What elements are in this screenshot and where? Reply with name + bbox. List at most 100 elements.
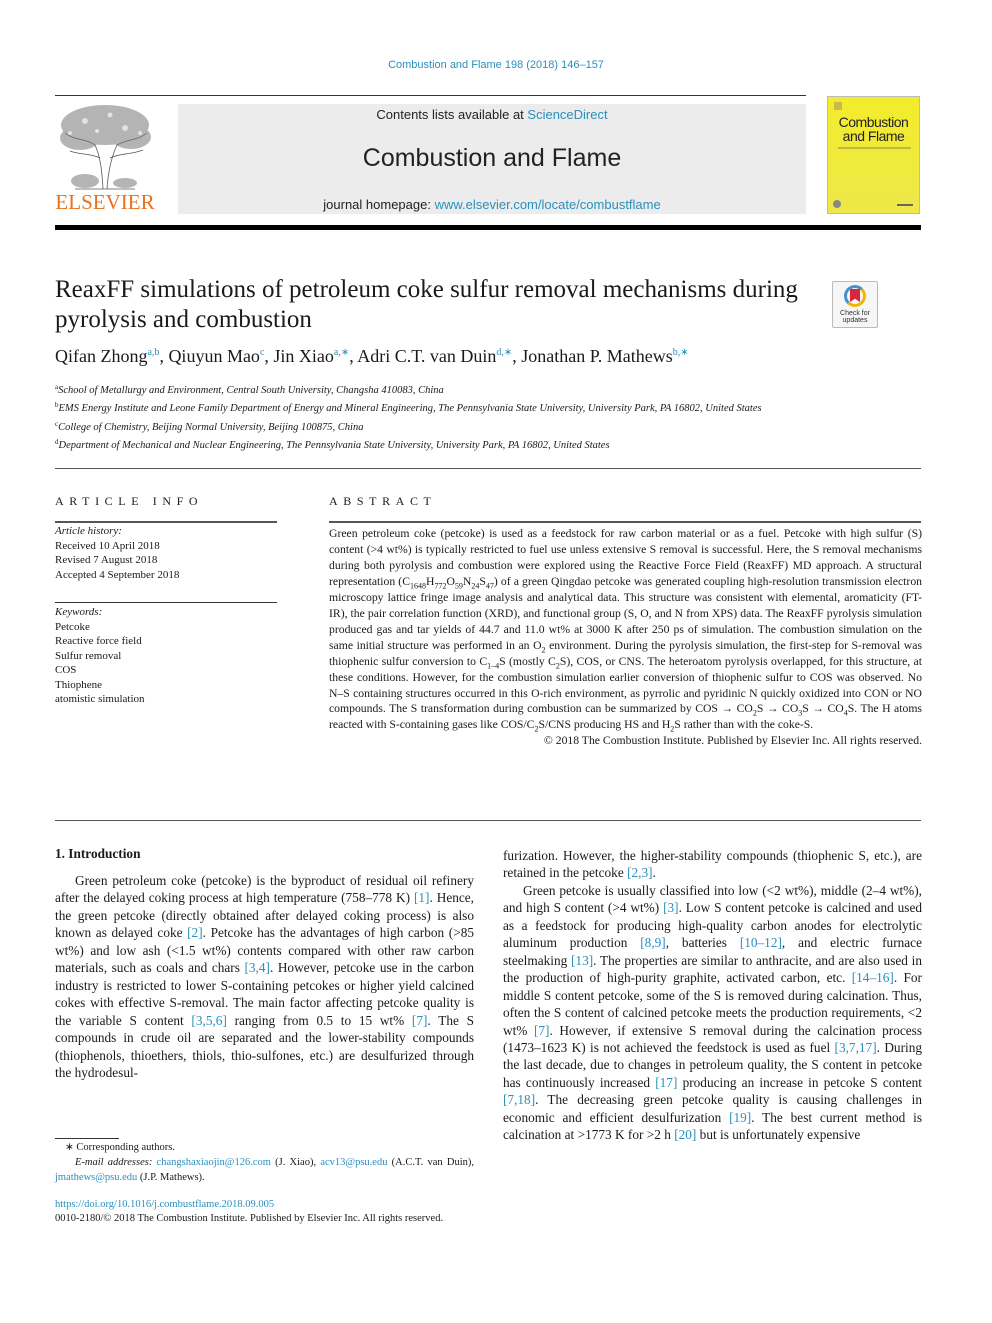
cover-institute-badge	[833, 200, 841, 208]
elsevier-logo[interactable]: ELSEVIER	[55, 103, 155, 215]
keyword: Reactive force field	[55, 635, 142, 647]
paragraph: Green petroleum coke (petcoke) is the by…	[55, 872, 474, 1081]
keyword: Petcoke	[55, 620, 90, 633]
history-revised: Revised 7 August 2018	[55, 554, 158, 566]
paragraph-text: producing an increase in petcoke S conte…	[677, 1074, 922, 1090]
homepage-prefix: journal homepage:	[323, 197, 435, 212]
history-accepted: Accepted 4 September 2018	[55, 568, 180, 581]
article-title: ReaxFF simulations of petroleum coke sul…	[55, 276, 798, 333]
paragraph-text: .	[652, 865, 656, 881]
keywords: Keywords: Petcoke Reactive force field S…	[55, 605, 277, 707]
citation-link[interactable]: [7]	[412, 1013, 428, 1028]
author-name: Qifan Zhong	[55, 346, 148, 366]
cover-publisher-mark	[897, 204, 913, 206]
email-owner: (J.P. Mathews).	[137, 1172, 205, 1183]
header-rule	[55, 95, 806, 96]
doi-link[interactable]: https://doi.org/10.1016/j.combustflame.2…	[55, 1199, 274, 1210]
email-link[interactable]: changshaxiaojin@126.com	[157, 1157, 271, 1168]
email-addresses: E-mail addresses: changshaxiaojin@126.co…	[55, 1155, 474, 1185]
contents-line: Contents lists available at ScienceDirec…	[178, 107, 806, 122]
citation-link[interactable]: [17]	[655, 1075, 677, 1090]
citation-link[interactable]: [2,3]	[627, 865, 652, 880]
citation-link[interactable]: [2]	[187, 925, 203, 940]
journal-banner: Contents lists available at ScienceDirec…	[178, 104, 806, 214]
article-info-heading: ARTICLE INFO	[55, 494, 204, 508]
cover-subtitle-line	[838, 147, 911, 149]
author-affiliation-marker[interactable]: b,∗	[673, 347, 689, 358]
cover-title-line2: and Flame	[842, 128, 905, 144]
abstract-copyright: © 2018 The Combustion Institute. Publish…	[543, 734, 922, 748]
article-info-rule	[55, 521, 277, 523]
author[interactable]: Adri C.T. van Duind,∗	[357, 346, 512, 366]
keywords-label: Keywords:	[55, 606, 103, 618]
citation-link[interactable]: [3,4]	[244, 960, 269, 975]
author-name: Jonathan P. Mathews	[521, 346, 673, 366]
cover-mini-logo	[834, 102, 842, 110]
author-name: Qiuyun Mao	[168, 346, 260, 366]
author-name: Adri C.T. van Duin	[357, 346, 497, 366]
elsevier-tree-icon	[60, 105, 151, 190]
abstract-rule	[329, 521, 921, 523]
paragraph-text: but is unfortunately expensive	[696, 1127, 861, 1143]
sciencedirect-link[interactable]: ScienceDirect	[527, 107, 607, 122]
citation-link[interactable]: [1]	[414, 890, 430, 905]
citation-link[interactable]: [7]	[534, 1023, 550, 1038]
corresponding-authors-note: ∗ Corresponding authors.	[65, 1142, 175, 1153]
header-thick-rule	[55, 225, 921, 230]
author-affiliation-marker[interactable]: a,b	[147, 347, 159, 358]
citation-link[interactable]: [3,5,6]	[191, 1013, 226, 1028]
affiliation: dDepartment of Mechanical and Nuclear En…	[55, 435, 795, 453]
citation-link[interactable]: [19]	[729, 1110, 751, 1125]
body-column-left: Green petroleum coke (petcoke) is the by…	[55, 872, 474, 1081]
paragraph: furization. However, the higher-stabilit…	[503, 847, 922, 882]
citation-link[interactable]: [8,9]	[640, 935, 665, 950]
author-affiliation-marker[interactable]: c	[260, 347, 264, 358]
affiliation-text: EMS Energy Institute and Leone Family De…	[58, 403, 762, 415]
author[interactable]: Qiuyun Maoc	[168, 346, 264, 366]
author[interactable]: Jin Xiaoa,∗	[273, 346, 349, 366]
journal-reference[interactable]: Combustion and Flame 198 (2018) 146–157	[0, 59, 992, 71]
citation-link[interactable]: [7,18]	[503, 1092, 535, 1107]
affiliation-text: College of Chemistry, Beijing Normal Uni…	[58, 421, 364, 433]
paragraph-text: ranging from 0.5 to 15 wt%	[226, 1012, 412, 1028]
keywords-rule	[55, 602, 277, 603]
journal-homepage-link[interactable]: www.elsevier.com/locate/combustflame	[435, 197, 661, 212]
section-divider	[55, 820, 921, 821]
email-link[interactable]: acv13@psu.edu	[320, 1157, 387, 1168]
paragraph-text: Green petroleum coke (petcoke) is the by…	[55, 873, 474, 906]
author-affiliation-marker[interactable]: a,∗	[334, 347, 349, 358]
abstract-text: Green petroleum coke (petcoke) is used a…	[329, 527, 923, 734]
homepage-line: journal homepage: www.elsevier.com/locat…	[178, 197, 806, 212]
keyword: atomistic simulation	[55, 693, 145, 705]
email-owner: (J. Xiao),	[270, 1157, 321, 1168]
journal-title: Combustion and Flame	[362, 144, 622, 172]
citation-link[interactable]: [3]	[663, 900, 679, 915]
author-name: Jin Xiao	[273, 346, 334, 366]
contents-prefix: Contents lists available at	[376, 107, 528, 122]
section-heading-introduction: 1. Introduction	[55, 846, 141, 861]
section-divider	[55, 468, 921, 469]
affiliation-text: Department of Mechanical and Nuclear Eng…	[58, 439, 610, 451]
keyword: COS	[55, 664, 77, 676]
email-owner: (A.C.T. van Duin),	[387, 1157, 474, 1168]
citation-link[interactable]: [14–16]	[852, 970, 894, 985]
author[interactable]: Qifan Zhonga,b	[55, 346, 159, 366]
abstract-body: Green petroleum coke (petcoke) is used a…	[329, 526, 922, 749]
keyword: Thiophene	[55, 678, 103, 691]
citation-link[interactable]: [3,7,17]	[835, 1040, 877, 1055]
check-for-updates-button[interactable]: Check for updates	[832, 281, 878, 328]
issn-copyright: 0010-2180/© 2018 The Combustion Institut…	[55, 1213, 444, 1224]
email-link[interactable]: jmathews@psu.edu	[55, 1172, 137, 1183]
author[interactable]: Jonathan P. Mathewsb,∗	[521, 346, 688, 366]
paragraph-text: , batteries	[665, 935, 740, 951]
history-received: Received 10 April 2018	[55, 539, 160, 552]
citation-link[interactable]: [13]	[571, 953, 593, 968]
citation-link[interactable]: [20]	[674, 1127, 696, 1142]
paragraph-text: furization. However, the higher-stabilit…	[503, 848, 922, 881]
doi-block: https://doi.org/10.1016/j.combustflame.2…	[55, 1198, 443, 1226]
author-affiliation-marker[interactable]: d,∗	[496, 347, 512, 358]
journal-cover-thumbnail[interactable]: Combustion and Flame	[827, 96, 920, 214]
history-label: Article history:	[55, 525, 122, 537]
elsevier-wordmark: ELSEVIER	[55, 190, 155, 214]
citation-link[interactable]: [10–12]	[740, 935, 782, 950]
